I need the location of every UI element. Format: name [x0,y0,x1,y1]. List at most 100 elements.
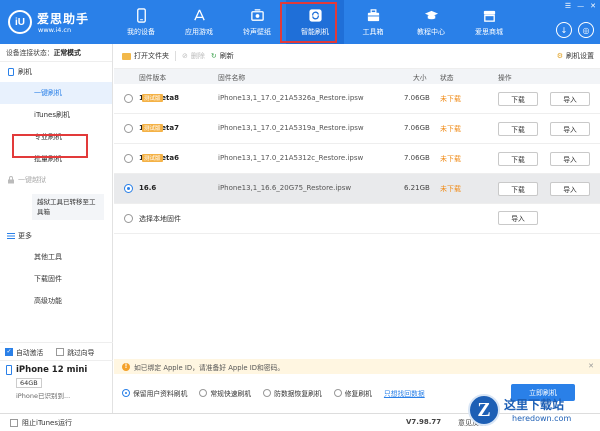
device-card[interactable]: iPhone 12 mini 64GB iPhone已识别到... [0,360,113,404]
firmware-table: 17.0beta8测试版iPhone13,1_17.0_21A5326a_Res… [114,84,600,204]
table-row[interactable]: 17.0beta7测试版iPhone13,1_17.0_21A5319a_Res… [114,114,600,144]
local-firmware-label: 选择本地固件 [139,215,181,223]
menu-icon[interactable]: ☰ [565,2,571,10]
nav-label: 教程中心 [417,27,445,36]
sidebar-item-download-firmware[interactable]: 下载固件 [0,268,112,290]
nav-toolbox[interactable]: 工具箱 [344,0,402,44]
option-label: 常规快速刷机 [210,390,252,398]
block-itunes-toggle[interactable]: 阻止iTunes运行 [0,418,72,428]
option-label: 保留用户资料刷机 [133,390,188,398]
account-icon[interactable]: ◎ [578,22,594,38]
sidebar: 设备连接状态：正常模式 刷机 一键刷机 iTunes刷机 专业刷机 批量刷机 一… [0,44,113,413]
auto-activate-checkbox[interactable]: ✓ [5,347,13,356]
toolbar: 打开文件夹 ⊘ 删除 ↻ 刷新 ⚙ 刷机设置 [114,44,600,69]
sidebar-bottom: ✓ 自动激活 跳过向导 iPhone 12 mini 64GB iPhone已识… [0,342,113,404]
nav-tutorials[interactable]: 教程中心 [402,0,460,44]
apple-id-notice: ! 如已绑定 Apple ID，请准备好 Apple ID和密码。 ✕ [114,359,600,374]
header-status: 状态 [440,74,454,82]
firmware-radio[interactable] [124,124,133,133]
jailbreak-note: 越狱工具已转移至工具箱 [32,194,104,220]
flash-settings-label: 刷机设置 [566,52,594,60]
nav-label: 铃声壁纸 [243,27,271,36]
radio-icon [333,389,342,397]
option-repair-flash[interactable]: 修复刷机 [333,388,372,398]
firmware-name: iPhone13,1_17.0_21A5326a_Restore.ipsw [218,94,364,102]
download-button[interactable]: 下载 [498,182,538,196]
sidebar-item-other-tools[interactable]: 其他工具 [0,246,112,268]
import-button[interactable]: 导入 [550,152,590,166]
app-name: 爱思助手 [37,12,90,26]
firmware-radio[interactable] [124,94,133,103]
header-name: 固件名称 [218,74,246,82]
beta-badge: 测试版 [142,154,163,162]
table-row[interactable]: 17.0beta6测试版iPhone13,1_17.0_21A5312c_Res… [114,144,600,174]
local-import-button[interactable]: 导入 [498,211,538,225]
nav-apps-games[interactable]: 应用游戏 [170,0,228,44]
nav-ringtones[interactable]: 铃声壁纸 [228,0,286,44]
sidebar-item-one-click-flash[interactable]: 一键刷机 [0,82,112,104]
close-icon[interactable]: ✕ [590,2,596,10]
logo-icon: iU [8,10,32,34]
option-quick-flash[interactable]: 常规快速刷机 [199,388,251,398]
refresh-label: 刷新 [219,52,234,60]
firmware-radio[interactable] [124,154,133,163]
local-firmware-row: 选择本地固件 导入 [114,204,600,234]
sidebar-item-advanced[interactable]: 高级功能 [0,290,112,312]
firmware-size: 6.21GB [404,184,430,192]
download-button[interactable]: 下载 [498,122,538,136]
option-label: 防数据恢复刷机 [274,390,322,398]
table-row[interactable]: 16.6 iPhone13,1_16.6_20G75_Restore.ipsw 6.… [114,174,600,204]
firmware-size: 7.06GB [404,124,430,132]
radio-icon [263,389,272,397]
list-icon [7,233,15,239]
minimize-icon[interactable]: — [577,2,584,10]
import-button[interactable]: 导入 [550,122,590,136]
skip-guide-checkbox[interactable] [56,347,65,356]
import-button[interactable]: 导入 [550,182,590,196]
version-text: 16.6 [139,184,157,192]
nav-my-device[interactable]: 我的设备 [112,0,170,44]
sidebar-section-label: 刷机 [18,68,32,76]
sidebar-checkboxes: ✓ 自动激活 跳过向导 [0,342,113,360]
notice-text: 如已绑定 Apple ID，请准备好 Apple ID和密码。 [134,363,285,372]
firmware-radio[interactable] [124,184,133,193]
download-button[interactable]: 下载 [498,152,538,166]
ringtone-icon [250,8,264,21]
block-itunes-checkbox[interactable] [10,418,18,427]
app-logo: iU 爱思助手 www.i4.cn [8,6,108,38]
folder-icon [122,52,131,60]
refresh-button[interactable]: ↻ 刷新 [211,51,234,61]
close-icon[interactable]: ✕ [588,362,594,370]
store-icon [483,10,495,22]
lock-icon [8,176,14,184]
firmware-size: 7.06GB [404,94,430,102]
nav-store[interactable]: 爱思商城 [460,0,518,44]
open-folder-button[interactable]: 打开文件夹 [122,51,169,61]
recover-data-link[interactable]: 只想找回数据 [384,388,425,398]
toolbar-divider [175,51,176,61]
header-size: 大小 [413,74,427,82]
option-anti-recovery[interactable]: 防数据恢复刷机 [263,388,322,398]
sidebar-section-more: 更多 [0,226,112,246]
header-action: 操作 [498,74,512,82]
download-icon[interactable]: ↓ [556,22,572,38]
beta-badge: 测试版 [142,124,163,132]
option-keep-data[interactable]: 保留用户资料刷机 [122,388,187,398]
table-row[interactable]: 17.0beta8测试版iPhone13,1_17.0_21A5326a_Res… [114,84,600,114]
phone-icon [6,365,12,375]
radio-icon [199,389,208,397]
sidebar-item-itunes-flash[interactable]: iTunes刷机 [0,104,112,126]
flash-settings-button[interactable]: ⚙ 刷机设置 [557,51,594,61]
local-firmware-radio[interactable] [124,214,133,223]
sidebar-section-label: 一键越狱 [18,176,46,184]
connection-status: 设备连接状态：正常模式 [0,44,112,62]
download-button[interactable]: 下载 [498,92,538,106]
refresh-icon: ↻ [210,52,217,60]
radio-icon [122,389,130,397]
delete-button[interactable]: ⊘ 删除 [182,51,205,61]
firmware-name: iPhone13,1_17.0_21A5319a_Restore.ipsw [218,124,364,132]
import-button[interactable]: 导入 [550,92,590,106]
device-icon [136,7,146,23]
firmware-status: 未下载 [440,125,461,133]
device-name: iPhone 12 mini [16,365,88,375]
